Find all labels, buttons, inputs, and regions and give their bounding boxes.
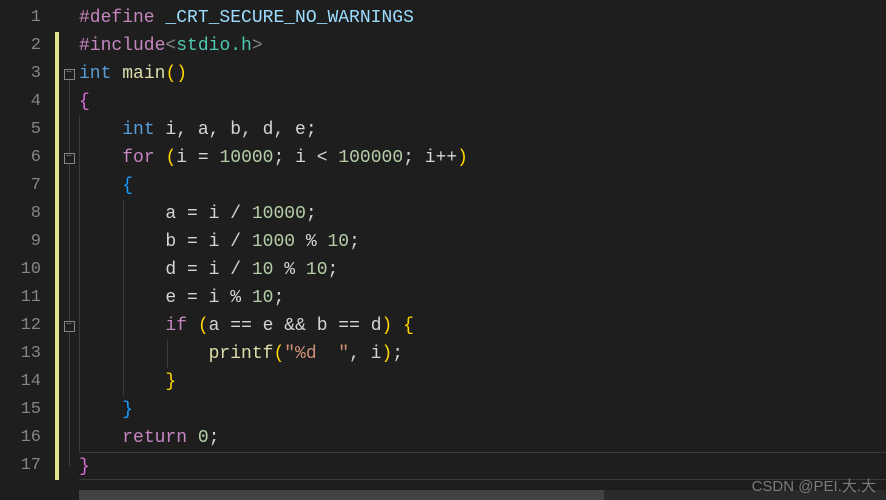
number-literal: 10000 <box>252 204 306 224</box>
fold-cell <box>59 200 79 228</box>
fold-gutter: − − − <box>59 0 79 500</box>
function-name: main <box>122 64 165 84</box>
control-keyword: if <box>165 316 187 336</box>
fold-cell <box>59 256 79 284</box>
parenthesis: ) <box>382 316 393 336</box>
fold-cell <box>59 396 79 424</box>
line-number[interactable]: 13 <box>0 340 41 368</box>
code-line[interactable]: } <box>79 368 886 396</box>
fold-cell <box>59 368 79 396</box>
brace: } <box>122 400 133 420</box>
line-number[interactable]: 8 <box>0 200 41 228</box>
fold-cell <box>59 4 79 32</box>
line-number[interactable]: 7 <box>0 172 41 200</box>
line-number[interactable]: 17 <box>0 452 41 480</box>
line-number[interactable]: 10 <box>0 256 41 284</box>
type-keyword: int <box>122 120 154 140</box>
fold-cell <box>59 452 79 480</box>
line-number[interactable]: 16 <box>0 424 41 452</box>
code-line[interactable]: d = i / 10 % 10; <box>79 256 886 284</box>
line-number[interactable]: 2 <box>0 32 41 60</box>
code-line[interactable]: if (a == e && b == d) { <box>79 312 886 340</box>
code-editor: 1 2 3 4 5 6 7 8 9 10 11 12 13 14 15 16 1… <box>0 0 886 500</box>
fold-cell <box>59 284 79 312</box>
parenthesis: () <box>165 64 187 84</box>
fold-cell <box>59 340 79 368</box>
parenthesis: ) <box>381 344 392 364</box>
parenthesis: ) <box>457 148 468 168</box>
line-number[interactable]: 15 <box>0 396 41 424</box>
line-number[interactable]: 11 <box>0 284 41 312</box>
number-literal: 10 <box>328 232 350 252</box>
code-line[interactable]: int main() <box>79 60 886 88</box>
code-line[interactable]: a = i / 10000; <box>79 200 886 228</box>
fold-collapse-icon[interactable]: − <box>64 321 75 332</box>
number-literal: 100000 <box>338 148 403 168</box>
function-name: printf <box>209 344 274 364</box>
angle-bracket: < <box>165 36 176 56</box>
code-content[interactable]: #define _CRT_SECURE_NO_WARNINGS #include… <box>79 0 886 500</box>
brace: } <box>79 457 90 477</box>
brace: { <box>403 316 414 336</box>
code-line[interactable]: #include<stdio.h> <box>79 32 886 60</box>
parenthesis: ( <box>165 148 176 168</box>
line-number-gutter: 1 2 3 4 5 6 7 8 9 10 11 12 13 14 15 16 1… <box>0 0 55 500</box>
line-number[interactable]: 6 <box>0 144 41 172</box>
line-number[interactable]: 3 <box>0 60 41 88</box>
fold-cell <box>59 172 79 200</box>
line-number[interactable]: 1 <box>0 4 41 32</box>
line-number[interactable]: 5 <box>0 116 41 144</box>
brace: } <box>165 372 176 392</box>
variable-list: i, a, b, d, e; <box>155 120 317 140</box>
line-number[interactable]: 12 <box>0 312 41 340</box>
line-number[interactable]: 4 <box>0 88 41 116</box>
code-line[interactable]: int i, a, b, d, e; <box>79 116 886 144</box>
fold-cell <box>59 32 79 60</box>
number-literal: 10 <box>252 288 274 308</box>
fold-cell: − <box>59 144 79 172</box>
string-literal: "%d " <box>284 344 349 364</box>
code-line[interactable]: { <box>79 172 886 200</box>
control-keyword: for <box>122 148 154 168</box>
code-line[interactable]: #define _CRT_SECURE_NO_WARNINGS <box>79 4 886 32</box>
number-literal: 0 <box>198 428 209 448</box>
fold-collapse-icon[interactable]: − <box>64 69 75 80</box>
code-line[interactable]: e = i % 10; <box>79 284 886 312</box>
parenthesis: ( <box>273 344 284 364</box>
line-number[interactable]: 14 <box>0 368 41 396</box>
scrollbar-thumb[interactable] <box>79 490 604 500</box>
fold-collapse-icon[interactable]: − <box>64 153 75 164</box>
brace: { <box>122 176 133 196</box>
brace: { <box>79 92 90 112</box>
fold-cell: − <box>59 60 79 88</box>
fold-cell <box>59 116 79 144</box>
parenthesis: ( <box>198 316 209 336</box>
fold-cell: − <box>59 312 79 340</box>
fold-cell <box>59 88 79 116</box>
preprocessor-token: #define <box>79 8 155 28</box>
code-line[interactable]: printf("%d ", i); <box>79 340 886 368</box>
code-line[interactable]: b = i / 1000 % 10; <box>79 228 886 256</box>
number-literal: 10 <box>252 260 274 280</box>
number-literal: 1000 <box>252 232 295 252</box>
number-literal: 10000 <box>219 148 273 168</box>
code-line[interactable]: return 0; <box>79 424 886 452</box>
angle-bracket: > <box>252 36 263 56</box>
type-keyword: int <box>79 64 111 84</box>
line-number[interactable]: 9 <box>0 228 41 256</box>
code-line[interactable]: } <box>79 396 886 424</box>
header-name: stdio.h <box>176 36 252 56</box>
preprocessor-token: #include <box>79 36 165 56</box>
code-line[interactable]: for (i = 10000; i < 100000; i++) <box>79 144 886 172</box>
macro-token: _CRT_SECURE_NO_WARNINGS <box>155 8 414 28</box>
number-literal: 10 <box>306 260 328 280</box>
fold-cell <box>59 228 79 256</box>
control-keyword: return <box>122 428 187 448</box>
watermark-text: CSDN @PEI.大.大 <box>752 475 876 496</box>
fold-cell <box>59 424 79 452</box>
code-line[interactable]: { <box>79 88 886 116</box>
